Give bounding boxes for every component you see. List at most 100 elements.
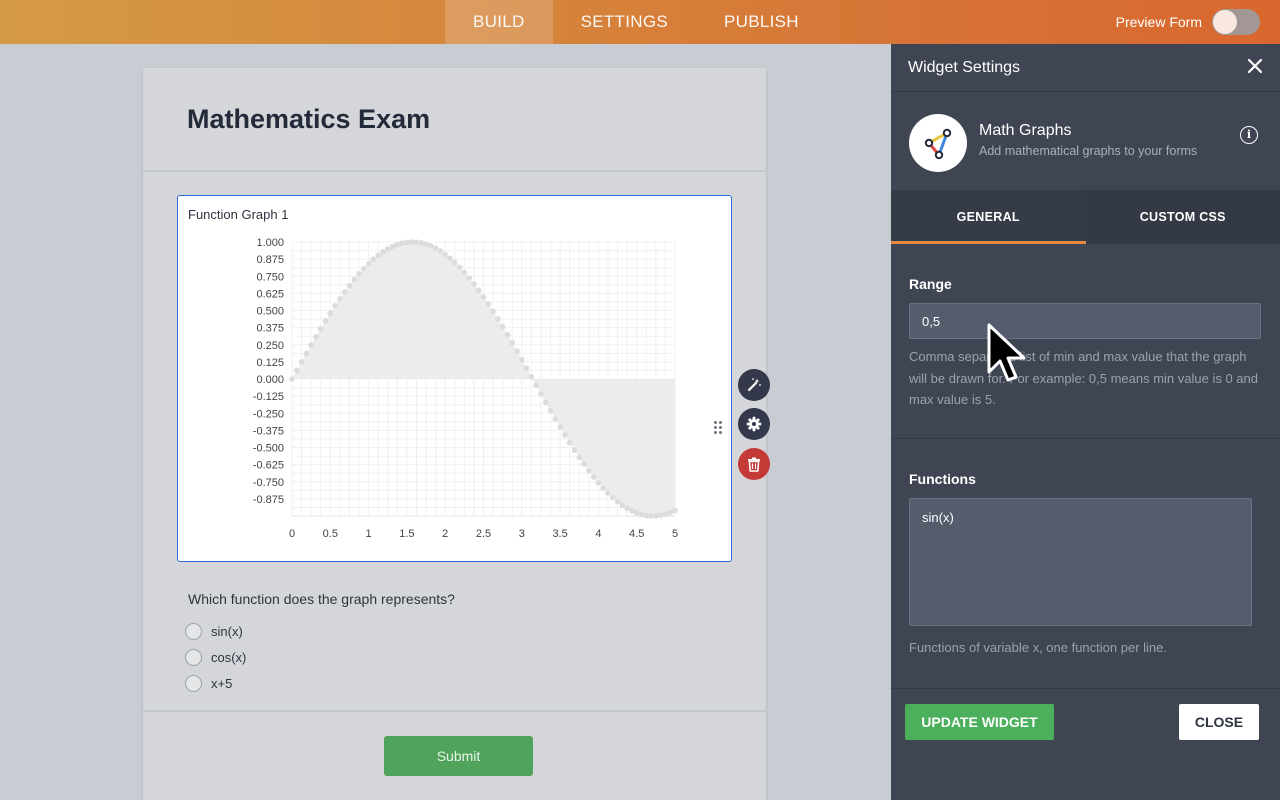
widget-label: Function Graph 1: [188, 207, 289, 222]
data-point: [365, 260, 372, 267]
y-tick-label: 0.625: [256, 288, 284, 300]
data-point: [538, 391, 544, 397]
x-tick-label: 2: [442, 528, 448, 540]
x-tick-label: 5: [672, 528, 678, 540]
delete-button[interactable]: [738, 448, 770, 480]
tab-general[interactable]: GENERAL: [891, 191, 1086, 244]
data-point: [375, 252, 381, 259]
data-point: [519, 356, 525, 363]
panel-footer: UPDATE WIDGET CLOSE: [891, 688, 1280, 800]
tab-settings[interactable]: SETTINGS: [553, 0, 696, 44]
math-graphs-logo: [909, 114, 967, 172]
function-graph-widget[interactable]: Function Graph 1 1.000 0.875 0.750 0.625 0.5…: [177, 195, 732, 562]
data-point: [404, 239, 410, 246]
data-point: [542, 399, 549, 406]
magic-wand-button[interactable]: [738, 369, 770, 401]
functions-help-text: Functions of variable x, one function pe…: [909, 640, 1167, 655]
submit-button[interactable]: Submit: [384, 736, 533, 776]
data-point: [533, 382, 539, 389]
data-point: [523, 365, 530, 371]
drag-handle-icon[interactable]: [714, 421, 724, 435]
function-graph-chart: 1.000 0.875 0.750 0.625 0.500 0.375 0.250 0.125…: [253, 237, 678, 540]
answer-option-cosx[interactable]: cos(x): [185, 644, 246, 670]
data-point: [495, 316, 501, 322]
math-graphs-logo-icon: [924, 128, 952, 160]
preview-form-toggle[interactable]: [1212, 9, 1260, 35]
data-point: [600, 485, 606, 491]
data-point: [480, 294, 487, 300]
data-point: [356, 271, 362, 277]
main-nav: BUILD SETTINGS PUBLISH: [445, 0, 827, 44]
data-point: [322, 318, 329, 324]
range-input[interactable]: [909, 303, 1261, 339]
data-point: [576, 454, 583, 461]
data-point: [667, 509, 674, 516]
info-icon[interactable]: i: [1240, 126, 1258, 144]
widget-settings-panel: Widget Settings Math Graphs Add mathemat…: [891, 44, 1280, 800]
top-bar: BUILD SETTINGS PUBLISH Preview Form: [0, 0, 1280, 44]
option-label: sin(x): [211, 623, 243, 639]
form-divider: [143, 710, 766, 712]
data-point: [432, 245, 439, 252]
tab-custom-css[interactable]: CUSTOM CSS: [1086, 191, 1280, 244]
option-label: cos(x): [211, 649, 247, 665]
data-point: [437, 248, 444, 254]
x-tick-label: 1.5: [399, 528, 414, 540]
data-point: [370, 256, 377, 263]
settings-button[interactable]: [738, 408, 770, 440]
data-point: [566, 439, 573, 446]
y-tick-label: -0.875: [253, 494, 284, 506]
y-tick-label: 0.500: [256, 306, 284, 318]
y-tick-label: -0.375: [253, 425, 284, 437]
answer-options: sin(x) cos(x) x+5: [185, 618, 246, 696]
data-point: [293, 367, 300, 374]
radio-button[interactable]: [185, 674, 202, 692]
data-point: [586, 467, 592, 474]
preview-form: Preview Form: [1116, 9, 1260, 35]
widget-info: Math Graphs Add mathematical graphs to y…: [891, 92, 1280, 191]
data-point: [451, 259, 458, 266]
data-point: [475, 287, 482, 294]
answer-option-sinx[interactable]: sin(x): [185, 618, 246, 644]
data-point: [638, 511, 645, 518]
data-point: [619, 502, 626, 508]
functions-section: Functions Functions of variable x, one f…: [891, 439, 1280, 659]
y-tick-label: 0.750: [256, 271, 284, 283]
tab-build[interactable]: BUILD: [445, 0, 553, 44]
functions-textarea[interactable]: [909, 498, 1252, 626]
range-label: Range: [909, 276, 952, 292]
y-tick-label: -0.500: [253, 443, 284, 455]
tab-publish[interactable]: PUBLISH: [696, 0, 827, 44]
x-tick-label: 3.5: [552, 528, 567, 540]
functions-label: Functions: [909, 471, 976, 487]
data-point: [514, 348, 520, 355]
x-tick-label: 0: [289, 528, 295, 540]
data-point: [571, 447, 578, 453]
data-point: [327, 310, 334, 317]
update-widget-button[interactable]: UPDATE WIDGET: [905, 704, 1054, 740]
form-header[interactable]: Mathematics Exam: [143, 68, 766, 172]
data-point: [643, 512, 650, 519]
data-point: [389, 243, 396, 250]
form-title: Mathematics Exam: [187, 104, 431, 134]
trash-icon: [748, 457, 760, 472]
data-point: [456, 264, 463, 271]
close-icon[interactable]: [1244, 55, 1266, 77]
data-point: [662, 511, 669, 517]
close-button[interactable]: CLOSE: [1179, 704, 1259, 740]
data-point: [485, 301, 492, 307]
panel-title: Widget Settings: [908, 59, 1021, 76]
data-point: [399, 240, 405, 247]
radio-button[interactable]: [185, 648, 202, 666]
radio-button[interactable]: [185, 622, 202, 640]
y-tick-label: 0.875: [256, 254, 284, 266]
data-point: [313, 334, 319, 340]
data-point: [384, 246, 391, 252]
data-point: [351, 276, 358, 283]
data-point: [418, 240, 425, 246]
answer-option-x-plus-5[interactable]: x+5: [185, 670, 246, 696]
data-point: [653, 513, 659, 519]
data-point: [317, 326, 324, 332]
y-tick-label: 0.250: [256, 340, 284, 352]
panel-header: Widget Settings: [891, 44, 1280, 92]
